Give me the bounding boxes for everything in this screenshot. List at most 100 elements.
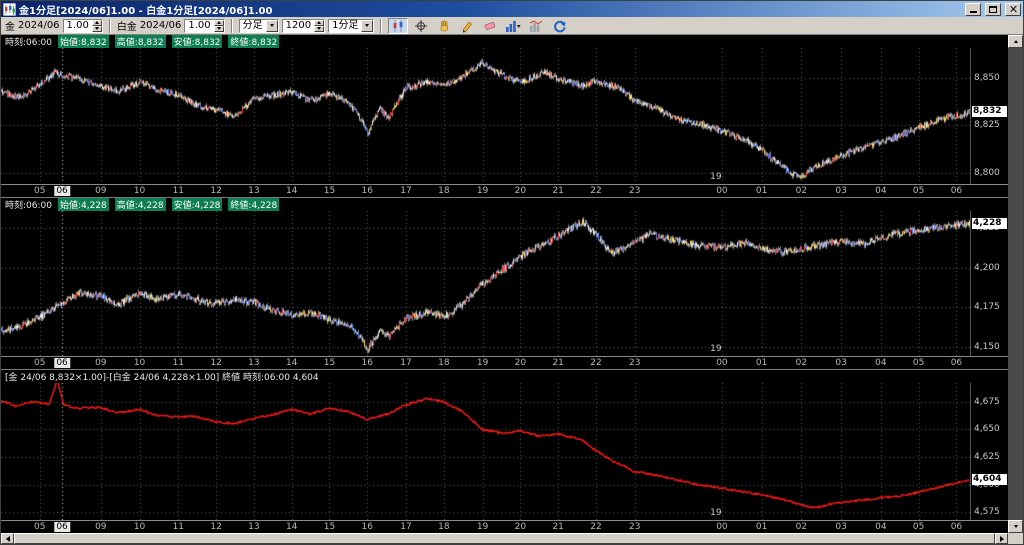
x-axis-label: 23 xyxy=(628,358,641,368)
erase-tool-button[interactable] xyxy=(480,18,500,34)
bar-count-stepper[interactable]: 1200 xyxy=(281,18,326,33)
x-axis-label: 21 xyxy=(552,522,564,532)
x-axis-label: 15 xyxy=(323,186,336,196)
chart-region: 時刻:06:00 始値:8,832 高値:8,832 安値:8,832 終値:8… xyxy=(1,35,1023,533)
gold-contract-month: 2024/06 xyxy=(18,20,60,31)
y-axis-label: 4,625 xyxy=(974,452,1000,463)
pan-tool-button[interactable] xyxy=(434,18,454,34)
spread-line-canvas[interactable] xyxy=(1,383,970,520)
x-axis-label: 13 xyxy=(248,186,260,196)
gold-multiplier-value: 1.00 xyxy=(66,19,89,31)
timeframe-dropdown[interactable]: 1分足 xyxy=(328,18,375,33)
x-axis-label: 11 xyxy=(172,358,185,368)
candlestick-icon xyxy=(394,19,403,32)
y-axis-label: 4,650 xyxy=(974,424,1000,435)
indicator-menu-button[interactable] xyxy=(503,18,523,34)
x-axis-label: 16 xyxy=(361,522,374,532)
spin-down-button[interactable] xyxy=(213,25,224,32)
x-axis-label: 05 xyxy=(912,358,925,368)
scroll-left-button[interactable] xyxy=(1,533,14,544)
x-axis-label: 06 xyxy=(950,358,963,368)
x-axis-label: 09 xyxy=(95,186,107,196)
y-axis-label: 4,150 xyxy=(974,341,1000,352)
y-axis-label: 8,800 xyxy=(974,167,1000,178)
x-axis-label: 22 xyxy=(590,358,602,368)
x-axis-label: 05 xyxy=(34,358,46,368)
toolbar: 金 2024/06 1.00 白金 2024/06 1.00 分足 1200 1… xyxy=(1,17,1023,35)
x-axis-label: 10 xyxy=(133,522,146,532)
x-axis-label: 02 xyxy=(795,358,808,368)
x-axis-label: 02 xyxy=(795,522,808,532)
chevron-down-icon[interactable] xyxy=(361,19,374,32)
platinum-plot-area[interactable]: 19 xyxy=(1,211,970,356)
horizontal-scrollbar[interactable] xyxy=(1,533,1008,544)
crosshair-tool-button[interactable] xyxy=(411,18,431,34)
spread-plot-area[interactable]: 19 xyxy=(1,383,970,520)
time-label: 時刻:06:00 xyxy=(5,38,52,48)
x-axis-label: 04 xyxy=(875,358,887,368)
gold-label: 金 xyxy=(5,22,15,33)
minimize-button[interactable] xyxy=(965,2,981,16)
date-marker: 19 xyxy=(710,508,722,518)
x-axis-label: 09 xyxy=(95,522,107,532)
scrollbar-corner xyxy=(1008,533,1023,544)
x-axis-label: 03 xyxy=(835,358,847,368)
scrollbar-thumb[interactable] xyxy=(14,533,995,544)
app-icon xyxy=(3,2,16,16)
platinum-label: 白金 xyxy=(116,22,137,33)
gold-plot-area[interactable]: 19 xyxy=(1,48,970,184)
x-axis-label: 15 xyxy=(323,358,336,368)
toolbar-separator xyxy=(230,18,233,33)
x-axis-label: 21 xyxy=(552,186,564,196)
platinum-contract-month: 2024/06 xyxy=(139,20,182,31)
timeframe-value: 1分足 xyxy=(332,19,359,31)
open-value: 始値:8,832 xyxy=(57,35,109,48)
spin-down-button[interactable] xyxy=(91,25,102,32)
vertical-scrollbar[interactable] xyxy=(1008,35,1023,533)
candlestick-mode-button[interactable] xyxy=(388,17,409,34)
horizontal-scrollbar-row xyxy=(1,533,1023,544)
high-value: 高値:8,832 xyxy=(114,35,166,48)
draw-tool-button[interactable] xyxy=(457,18,477,34)
gold-last-price-tag: 8,832 xyxy=(972,106,1007,118)
date-marker: 19 xyxy=(710,344,722,354)
x-axis-label: 06 xyxy=(950,186,963,196)
x-axis-label: 06 xyxy=(54,522,70,532)
gold-multiplier-stepper[interactable]: 1.00 xyxy=(62,18,103,33)
x-axis-label: 13 xyxy=(248,522,260,532)
platinum-price-axis: 4,228 4,2254,2004,1754,150 xyxy=(970,211,1008,356)
maximize-button[interactable] xyxy=(985,2,1001,16)
bar-count-value: 1200 xyxy=(285,19,312,31)
chevron-down-icon[interactable] xyxy=(265,19,278,32)
x-axis-label: 12 xyxy=(210,522,222,532)
x-axis-label: 14 xyxy=(285,186,298,196)
spin-down-button[interactable] xyxy=(314,25,325,32)
x-axis-label: 04 xyxy=(875,186,887,196)
x-axis-label: 21 xyxy=(552,358,564,368)
titlebar[interactable]: 金1分足[2024/06]1.00 - 白金1分足[2024/06]1.00 xyxy=(1,1,1023,17)
bar-type-dropdown[interactable]: 分足 xyxy=(238,18,279,33)
x-axis-label: 04 xyxy=(875,522,887,532)
platinum-info-bar: 時刻:06:00 始値:4,228 高値:4,228 安値:4,228 終値:4… xyxy=(1,198,1008,211)
platinum-multiplier-stepper[interactable]: 1.00 xyxy=(184,18,225,33)
refresh-button[interactable] xyxy=(549,18,569,34)
scroll-up-button[interactable] xyxy=(1008,35,1023,48)
x-axis-label: 16 xyxy=(361,358,374,368)
x-axis-label: 05 xyxy=(34,522,46,532)
close-value: 終値:8,832 xyxy=(228,35,280,48)
histogram-view-button[interactable] xyxy=(526,18,546,34)
x-axis-label: 15 xyxy=(323,522,336,532)
scroll-down-button[interactable] xyxy=(1008,520,1023,533)
low-value: 安値:8,832 xyxy=(171,35,223,48)
y-axis-label: 8,850 xyxy=(974,73,1000,84)
x-axis-label: 16 xyxy=(361,186,374,196)
crosshair-icon xyxy=(415,19,428,32)
gold-candles-canvas[interactable] xyxy=(1,48,970,184)
close-button[interactable] xyxy=(1005,2,1021,16)
refresh-icon xyxy=(554,20,567,32)
x-axis-label: 22 xyxy=(590,522,602,532)
scroll-right-button[interactable] xyxy=(995,533,1008,544)
platinum-candles-canvas[interactable] xyxy=(1,211,970,356)
open-value: 始値:4,228 xyxy=(57,198,109,211)
time-label: 時刻:06:00 xyxy=(5,201,52,211)
